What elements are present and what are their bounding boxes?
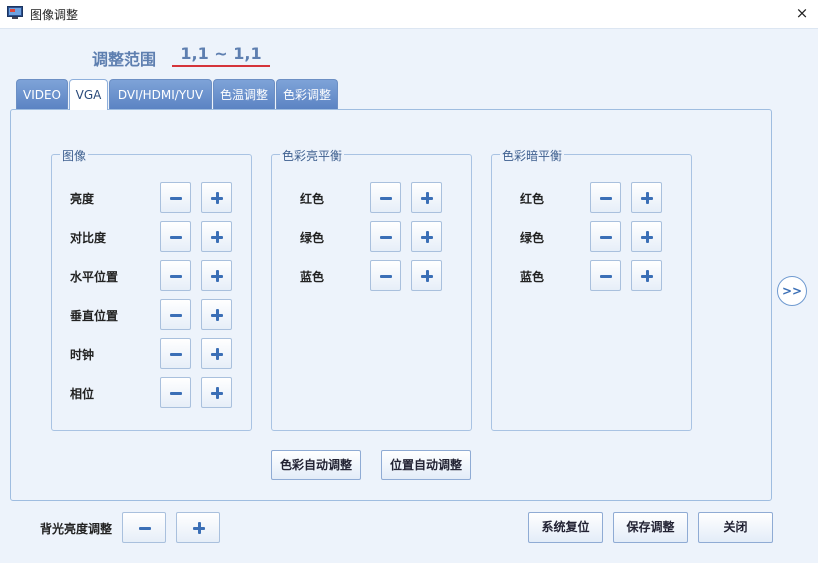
minus-icon [380, 236, 392, 239]
dark-red-plus-button[interactable] [631, 182, 662, 213]
minus-icon [170, 275, 182, 278]
group-image-title: 图像 [60, 147, 89, 164]
minus-icon [139, 527, 151, 530]
label-dark-blue: 蓝色 [520, 270, 545, 284]
contrast-plus-button[interactable] [201, 221, 232, 252]
next-page-button[interactable]: >> [777, 276, 807, 306]
v-position-minus-button[interactable] [160, 299, 191, 330]
system-reset-button[interactable]: 系统复位 [528, 512, 603, 543]
label-bright-green: 绿色 [300, 231, 325, 245]
dark-blue-plus-button[interactable] [631, 260, 662, 291]
label-contrast: 对比度 [70, 231, 107, 245]
minus-icon [380, 197, 392, 200]
bright-blue-minus-button[interactable] [370, 260, 401, 291]
bright-red-minus-button[interactable] [370, 182, 401, 213]
label-phase: 相位 [70, 387, 95, 401]
group-bright-balance-title: 色彩亮平衡 [280, 147, 345, 164]
label-brightness: 亮度 [70, 192, 95, 206]
bright-green-minus-button[interactable] [370, 221, 401, 252]
minus-icon [170, 197, 182, 200]
contrast-minus-button[interactable] [160, 221, 191, 252]
monitor-icon [7, 6, 23, 19]
range-label: 调整范围 [92, 50, 157, 69]
minus-icon [600, 197, 612, 200]
dark-green-minus-button[interactable] [590, 221, 621, 252]
title-bar: 图像调整 × [0, 0, 818, 29]
label-bright-blue: 蓝色 [300, 270, 325, 284]
label-clock: 时钟 [70, 348, 95, 362]
phase-minus-button[interactable] [160, 377, 191, 408]
label-bright-red: 红色 [300, 192, 325, 206]
tab-color-adjust[interactable]: 色彩调整 [276, 79, 338, 109]
minus-icon [170, 314, 182, 317]
range-value: 1,1 ~ 1,1 [172, 44, 270, 67]
image-adjust-window: 图像调整 × 调整范围 1,1 ~ 1,1 VIDEO VGA DVI/HDMI… [0, 0, 818, 563]
label-h-position: 水平位置 [70, 270, 119, 284]
minus-icon [170, 353, 182, 356]
window-title: 图像调整 [30, 8, 79, 22]
group-dark-balance-title: 色彩暗平衡 [500, 147, 565, 164]
clock-minus-button[interactable] [160, 338, 191, 369]
dark-red-minus-button[interactable] [590, 182, 621, 213]
color-auto-adjust-button[interactable]: 色彩自动调整 [271, 450, 361, 480]
label-dark-green: 绿色 [520, 231, 545, 245]
minus-icon [170, 236, 182, 239]
tab-vga[interactable]: VGA [69, 79, 108, 110]
minus-icon [380, 275, 392, 278]
close-icon[interactable]: × [792, 3, 812, 23]
backlight-plus-button[interactable] [176, 512, 220, 543]
backlight-label: 背光亮度调整 [40, 522, 113, 536]
tab-video[interactable]: VIDEO [16, 79, 68, 109]
label-dark-red: 红色 [520, 192, 545, 206]
brightness-plus-button[interactable] [201, 182, 232, 213]
minus-icon [170, 392, 182, 395]
bright-blue-plus-button[interactable] [411, 260, 442, 291]
tab-color-temp[interactable]: 色温调整 [213, 79, 275, 109]
close-button[interactable]: 关闭 [698, 512, 773, 543]
v-position-plus-button[interactable] [201, 299, 232, 330]
h-position-plus-button[interactable] [201, 260, 232, 291]
bright-green-plus-button[interactable] [411, 221, 442, 252]
minus-icon [600, 275, 612, 278]
clock-plus-button[interactable] [201, 338, 232, 369]
save-adjust-button[interactable]: 保存调整 [613, 512, 688, 543]
dark-blue-minus-button[interactable] [590, 260, 621, 291]
dark-green-plus-button[interactable] [631, 221, 662, 252]
position-auto-adjust-button[interactable]: 位置自动调整 [381, 450, 471, 480]
h-position-minus-button[interactable] [160, 260, 191, 291]
minus-icon [600, 236, 612, 239]
backlight-minus-button[interactable] [122, 512, 166, 543]
tab-dvi-hdmi-yuv[interactable]: DVI/HDMI/YUV [109, 79, 212, 109]
brightness-minus-button[interactable] [160, 182, 191, 213]
bright-red-plus-button[interactable] [411, 182, 442, 213]
label-v-position: 垂直位置 [70, 309, 119, 323]
phase-plus-button[interactable] [201, 377, 232, 408]
